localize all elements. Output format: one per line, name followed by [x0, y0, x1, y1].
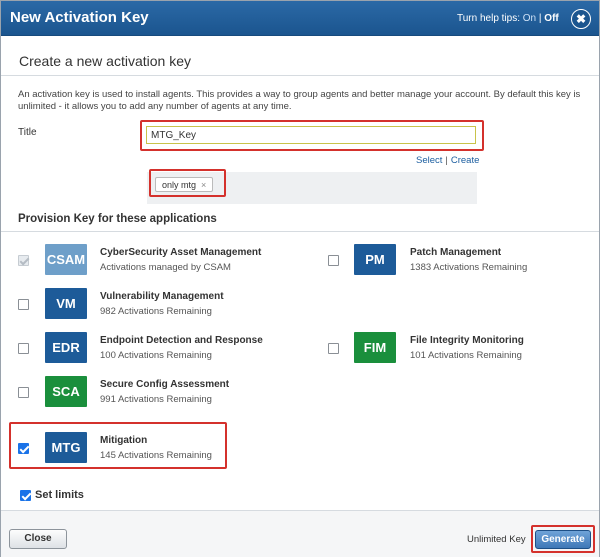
fim-badge: FIM: [354, 332, 396, 363]
vm-badge: VM: [45, 288, 87, 319]
dialog-title: New Activation Key: [10, 9, 149, 26]
title-label: Title: [18, 127, 37, 138]
tag-actions-separator: |: [445, 155, 448, 166]
description-text: An activation key is used to install age…: [18, 89, 581, 112]
sca-checkbox[interactable]: [18, 387, 29, 398]
pm-checkbox[interactable]: [328, 255, 339, 266]
sca-name: Secure Config Assessment: [100, 379, 230, 390]
divider: [1, 231, 599, 232]
dialog-header: New Activation Key Turn help tips: On | …: [1, 1, 599, 36]
edr-checkbox[interactable]: [18, 343, 29, 354]
edr-status: 100 Activations Remaining: [100, 350, 212, 361]
pm-name: Patch Management: [410, 247, 502, 258]
vm-name: Vulnerability Management: [100, 291, 224, 302]
page-subtitle: Create a new activation key: [19, 53, 191, 69]
help-tips-off-link[interactable]: Off: [544, 13, 558, 24]
unlimited-key-label: Unlimited Key: [467, 534, 526, 545]
close-dialog-button[interactable]: ✖: [571, 9, 591, 29]
mtg-highlight-box: [9, 422, 227, 469]
vm-checkbox[interactable]: [18, 299, 29, 310]
pm-status: 1383 Activations Remaining: [410, 262, 528, 273]
tag-actions: Select | Create: [416, 155, 479, 166]
help-tips-on-link[interactable]: On: [523, 13, 536, 24]
divider: [1, 75, 599, 76]
set-limits-label: Set limits: [35, 489, 84, 501]
sca-status: 991 Activations Remaining: [100, 394, 212, 405]
csam-status: Activations managed by CSAM: [100, 262, 231, 273]
help-tips-toggle: Turn help tips: On | Off: [457, 13, 559, 24]
tag-highlight-box: [149, 169, 226, 197]
edr-name: Endpoint Detection and Response: [100, 335, 263, 346]
csam-badge: CSAM: [45, 244, 87, 275]
fim-name: File Integrity Monitoring: [410, 335, 524, 346]
vm-status: 982 Activations Remaining: [100, 306, 212, 317]
help-tips-separator: |: [538, 13, 542, 24]
title-highlight-box: [140, 120, 484, 151]
csam-checkbox: [18, 255, 29, 266]
help-tips-label: Turn help tips:: [457, 13, 520, 24]
edr-badge: EDR: [45, 332, 87, 363]
close-icon: ✖: [572, 10, 590, 28]
close-button[interactable]: Close: [9, 529, 67, 549]
generate-highlight-box: [531, 525, 595, 553]
csam-name: CyberSecurity Asset Management: [100, 247, 262, 258]
set-limits-checkbox[interactable]: [20, 490, 31, 501]
fim-status: 101 Activations Remaining: [410, 350, 522, 361]
tag-select-link[interactable]: Select: [416, 155, 442, 166]
tag-create-link[interactable]: Create: [451, 155, 480, 166]
fim-checkbox[interactable]: [328, 343, 339, 354]
pm-badge: PM: [354, 244, 396, 275]
sca-badge: SCA: [45, 376, 87, 407]
new-activation-key-dialog: New Activation Key Turn help tips: On | …: [0, 0, 600, 557]
provision-section-title: Provision Key for these applications: [18, 213, 217, 225]
